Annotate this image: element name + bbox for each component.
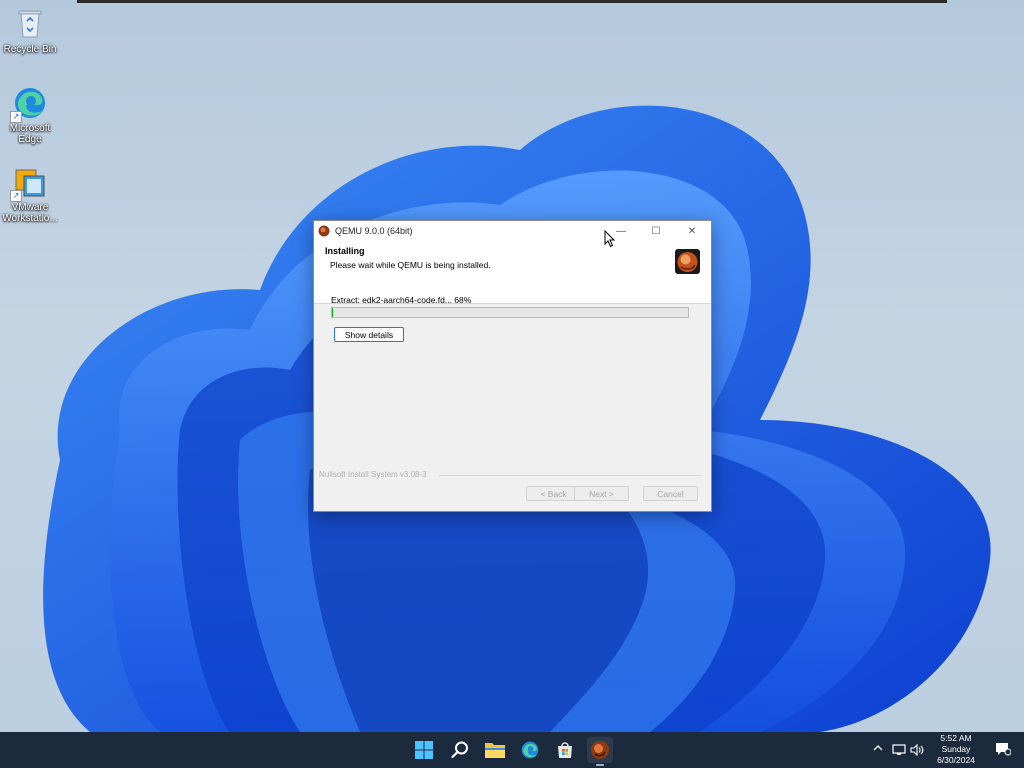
vmware-icon: ↗ <box>10 164 48 202</box>
speaker-icon <box>910 743 924 757</box>
recycle-bin-icon <box>12 6 48 42</box>
search-button[interactable] <box>447 737 473 763</box>
shortcut-arrow-icon: ↗ <box>10 111 22 123</box>
desktop-icon-label: Recycle Bin <box>3 44 57 55</box>
start-button[interactable] <box>411 737 437 763</box>
mouse-cursor-icon <box>604 230 616 248</box>
window-titlebar[interactable]: QEMU 9.0.0 (64bit) — ☐ ✕ <box>314 221 711 241</box>
edge-icon <box>521 741 539 759</box>
clock-time: 5:52 AM <box>940 733 972 743</box>
qemu-taskbar-button[interactable] <box>587 737 613 766</box>
install-status-text: Extract: edk2-aarch64-code.fd... 68% <box>331 295 472 305</box>
progress-fill <box>332 308 334 317</box>
search-icon <box>451 741 468 759</box>
desktop-icon-recycle-bin[interactable]: Recycle Bin <box>0 6 60 55</box>
qemu-icon <box>318 225 330 237</box>
desktop-icon-label: VMware Workstatio... <box>2 202 58 224</box>
store-icon <box>558 742 572 758</box>
volume-button[interactable] <box>910 743 924 761</box>
network-status-button[interactable] <box>892 743 906 761</box>
clock[interactable]: 5:52 AM Sunday 6/30/2024 <box>928 733 984 766</box>
running-indicator <box>596 764 604 766</box>
maximize-icon: ☐ <box>651 225 661 237</box>
top-window-edge <box>77 0 947 3</box>
nsis-branding: Nullsoft Install System v3.08-3 <box>319 470 427 479</box>
desktop-icon-microsoft-edge[interactable]: ↗ Microsoft Edge <box>0 85 60 145</box>
branding-separator <box>439 475 701 476</box>
chevron-up-icon <box>873 745 883 751</box>
maximize-button[interactable]: ☐ <box>638 221 674 241</box>
page-title: Installing <box>325 246 365 256</box>
edge-icon: ↗ <box>10 85 48 123</box>
install-progress-bar <box>331 307 689 318</box>
desktop-icon-vmware-workstation[interactable]: ↗ VMware Workstatio... <box>0 164 60 224</box>
desktop-icon-label: Microsoft Edge <box>9 123 51 145</box>
taskbar: 5:52 AM Sunday 6/30/2024 <box>0 732 1024 768</box>
notification-icon <box>996 743 1012 756</box>
shortcut-arrow-icon: ↗ <box>10 190 22 202</box>
qemu-logo-icon <box>675 249 700 274</box>
close-button[interactable]: ✕ <box>674 221 710 241</box>
minimize-icon: — <box>616 225 626 237</box>
next-button[interactable]: Next > <box>574 486 629 501</box>
installer-window: QEMU 9.0.0 (64bit) — ☐ ✕ Installing Plea… <box>313 220 712 512</box>
store-button[interactable] <box>552 737 578 763</box>
clock-day: Sunday <box>941 744 971 754</box>
desktop: Recycle Bin ↗ Microsoft Edge ↗ VMware Wo… <box>0 0 1024 732</box>
network-icon <box>892 744 906 755</box>
show-details-button[interactable]: Show details <box>334 327 404 342</box>
start-icon <box>415 741 433 759</box>
window-title: QEMU 9.0.0 (64bit) <box>335 226 413 236</box>
back-button[interactable]: < Back <box>526 486 581 501</box>
page-subtitle: Please wait while QEMU is being installe… <box>330 260 491 270</box>
clock-date: 6/30/2024 <box>937 755 975 765</box>
close-icon: ✕ <box>687 225 697 237</box>
file-explorer-icon <box>485 743 505 758</box>
edge-taskbar-button[interactable] <box>517 737 543 763</box>
file-explorer-button[interactable] <box>482 737 508 763</box>
qemu-icon <box>591 741 609 759</box>
notifications-button[interactable] <box>995 742 1012 761</box>
cancel-button[interactable]: Cancel <box>643 486 698 501</box>
show-hidden-icons-button[interactable] <box>873 743 883 756</box>
